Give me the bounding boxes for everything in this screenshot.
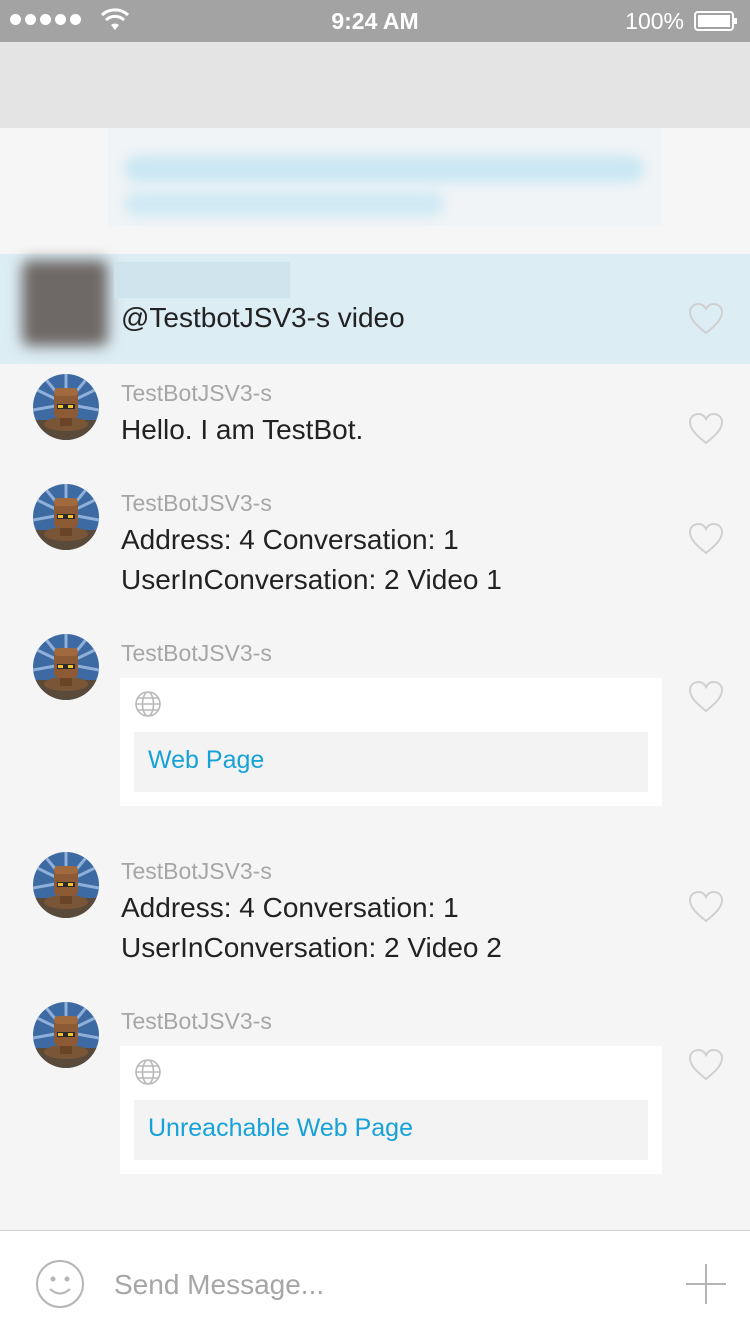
heart-icon[interactable] <box>688 302 724 335</box>
web-page-link[interactable]: Web Page <box>148 746 264 775</box>
bot-avatar[interactable] <box>33 1002 99 1068</box>
message-text-line: UserInConversation: 2 Video 2 <box>121 932 502 963</box>
sender-name: TestBotJSV3-s <box>121 1008 272 1034</box>
bot-message: TestBotJSV3-s Unreachable Web Page <box>0 992 750 1192</box>
bot-message: TestBotJSV3-s Address: 4 Conversation: 1… <box>0 474 750 624</box>
heart-icon[interactable] <box>688 522 724 555</box>
battery-percent: 100% <box>625 8 684 34</box>
blurred-banner-content <box>108 128 662 226</box>
sender-name: TestBotJSV3-s <box>121 640 272 666</box>
message-input[interactable] <box>112 1261 656 1309</box>
heart-icon[interactable] <box>688 412 724 445</box>
sender-name: TestBotJSV3-s <box>121 490 272 516</box>
navigation-bar <box>0 42 750 128</box>
link-card[interactable]: Unreachable Web Page <box>120 1046 662 1174</box>
bot-message: TestBotJSV3-s Address: 4 Conversation: 1… <box>0 842 750 992</box>
bot-avatar[interactable] <box>33 852 99 918</box>
message-text: Hello. I am TestBot. <box>121 414 364 445</box>
heart-icon[interactable] <box>688 890 724 923</box>
blurred-user-avatar <box>22 260 108 346</box>
blurred-user-name <box>114 262 290 298</box>
heart-icon[interactable] <box>688 1048 724 1081</box>
emoji-icon[interactable] <box>35 1259 85 1309</box>
status-bar: 9:24 AM 100% <box>0 0 750 42</box>
bot-avatar[interactable] <box>33 484 99 550</box>
bot-avatar[interactable] <box>33 634 99 700</box>
link-card[interactable]: Web Page <box>120 678 662 806</box>
globe-icon <box>134 690 162 718</box>
plus-icon[interactable] <box>684 1262 728 1306</box>
sender-name: TestBotJSV3-s <box>121 858 272 884</box>
globe-icon <box>134 1058 162 1086</box>
heart-icon[interactable] <box>688 680 724 713</box>
bot-avatar[interactable] <box>33 374 99 440</box>
sender-name: TestBotJSV3-s <box>121 380 272 406</box>
bot-message: TestBotJSV3-s Hello. I am TestBot. <box>0 364 750 474</box>
conversation-banner <box>0 128 750 254</box>
message-composer <box>0 1230 750 1335</box>
message-text-line: UserInConversation: 2 Video 1 <box>121 564 502 595</box>
message-text-line: Address: 4 Conversation: 1 <box>121 892 459 923</box>
user-message-row[interactable]: @TestbotJSV3-s video <box>0 254 750 364</box>
message-text-line: Address: 4 Conversation: 1 <box>121 524 459 555</box>
battery-icon <box>694 11 737 31</box>
message-text: @TestbotJSV3-s video <box>121 302 405 333</box>
link-box[interactable]: Web Page <box>134 732 648 792</box>
unreachable-web-page-link[interactable]: Unreachable Web Page <box>148 1114 413 1143</box>
bot-message: TestBotJSV3-s Web Page <box>0 624 750 842</box>
link-box[interactable]: Unreachable Web Page <box>134 1100 648 1160</box>
